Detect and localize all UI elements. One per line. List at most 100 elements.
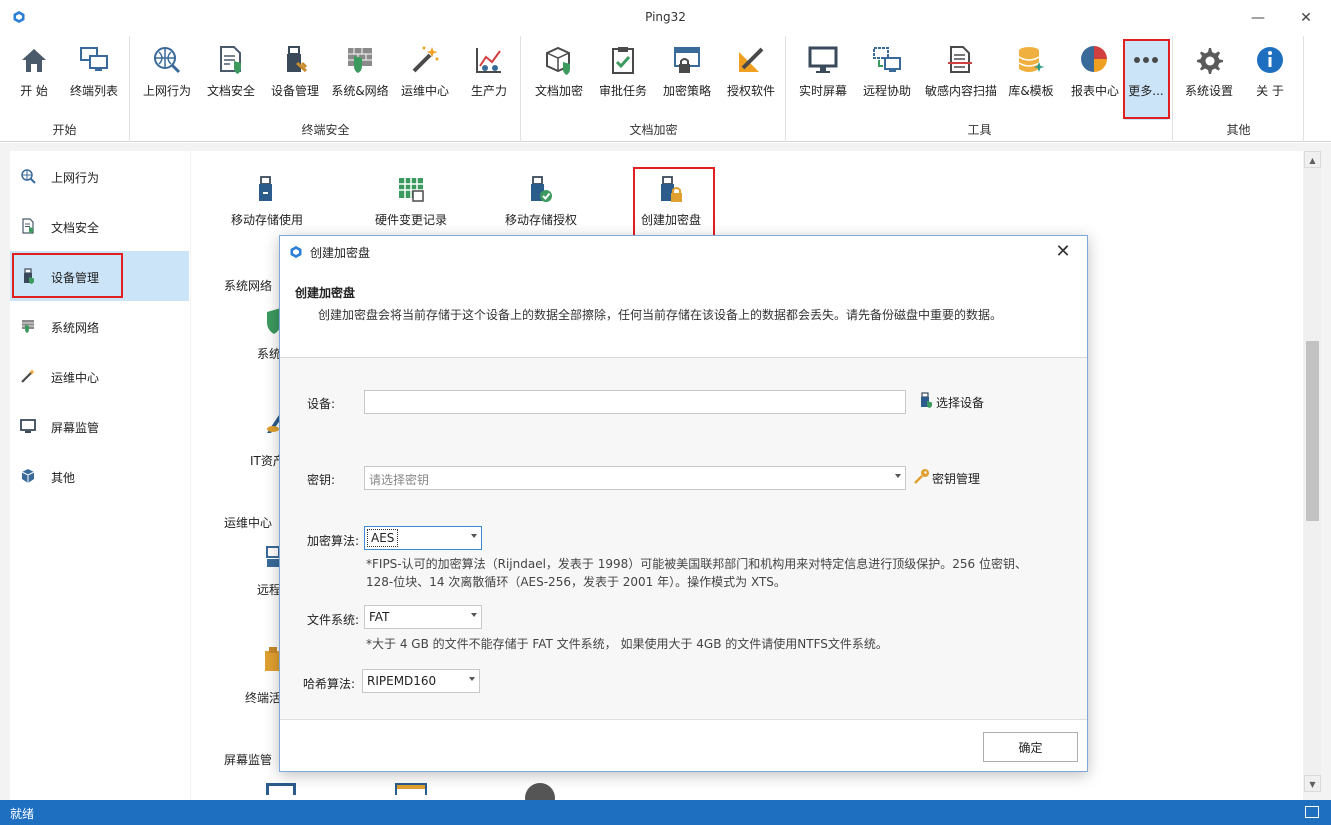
firewall-shield-icon: [22, 320, 34, 333]
usb-lock-icon: [661, 176, 682, 202]
ribbon-doc-security-button[interactable]: 文档安全: [200, 40, 262, 100]
gear-icon: [1197, 48, 1223, 74]
ribbon-terminal-list-button[interactable]: 终端列表: [63, 40, 125, 100]
ribbon-label: 上网行为: [142, 84, 191, 98]
ribbon-group-tools: 实时屏幕 远程协助 敏感内容扫描 库&模板 报表中心 更多... 工具: [787, 36, 1173, 142]
ribbon-productivity-button[interactable]: 生产力: [458, 40, 520, 100]
screen-window-icon: [395, 783, 427, 795]
sidebar-item-ops-center[interactable]: 运维中心: [10, 351, 189, 401]
dialog-close-button[interactable]: ✕: [1051, 240, 1075, 264]
ribbon-label: 文档加密: [534, 84, 583, 98]
ribbon-ops-center-button[interactable]: 运维中心: [394, 40, 456, 100]
vertical-scrollbar[interactable]: ▲ ▼: [1304, 151, 1321, 792]
chevron-down-icon: [469, 677, 475, 681]
ribbon-report-center-button[interactable]: 报表中心: [1064, 40, 1126, 100]
section-title-screen: 屏幕监管: [224, 753, 273, 767]
hash-label: 哈希算法:: [303, 677, 356, 691]
ribbon-toolbar: 开 始 终端列表 开始 上网行为 文档安全 设备管理 系统&网络 运维中心 生产…: [0, 36, 1331, 142]
hardware-change-log-button[interactable]: 硬件变更记录: [361, 165, 461, 235]
ribbon-system-network-button[interactable]: 系统&网络: [329, 40, 391, 100]
device-label: 设备:: [307, 397, 336, 411]
ribbon-approval-task-button[interactable]: 审批任务: [592, 40, 654, 100]
key-label: 密钥:: [307, 473, 336, 487]
document-shield-icon: [220, 46, 241, 74]
scroll-thumb[interactable]: [1306, 341, 1319, 521]
key-management-link[interactable]: 密钥管理: [914, 469, 994, 486]
ribbon-library-template-button[interactable]: 库&模板: [1000, 40, 1062, 100]
sidebar-item-system-network[interactable]: 系统网络: [10, 301, 189, 351]
ribbon-label: 审批任务: [598, 84, 647, 98]
ribbon-live-screen-button[interactable]: 实时屏幕: [792, 40, 854, 100]
filesystem-note: *大于 4 GB 的文件不能存储于 FAT 文件系统， 如果使用大于 4GB 的…: [366, 637, 888, 651]
ribbon-web-behavior-button[interactable]: 上网行为: [136, 40, 198, 100]
hash-select[interactable]: RIPEMD160: [362, 669, 480, 693]
usb-storage-usage-button[interactable]: 移动存储使用: [217, 165, 317, 235]
ribbon-doc-encrypt-button[interactable]: 文档加密: [528, 40, 590, 100]
minimize-button[interactable]: —: [1238, 4, 1278, 32]
ribbon-label: 运维中心: [400, 84, 449, 98]
ribbon-sensitive-scan-button[interactable]: 敏感内容扫描: [925, 40, 998, 100]
ribbon-label: 设备管理: [270, 84, 319, 98]
sidebar-item-screen-monitor[interactable]: 屏幕监管: [10, 401, 189, 451]
window-lock-icon: [674, 47, 700, 73]
ribbon-about-button[interactable]: 关 于: [1239, 40, 1301, 100]
ribbon-remote-assist-button[interactable]: 远程协助: [856, 40, 918, 100]
productivity-chart-icon: [476, 48, 501, 73]
algorithm-select[interactable]: AES: [364, 526, 482, 550]
dialog-title-bar: 创建加密盘 ✕: [280, 236, 1087, 268]
dialog-heading: 创建加密盘: [295, 286, 356, 300]
ribbon-label: 系统设置: [1184, 84, 1233, 98]
usb-device-icon: [287, 46, 308, 73]
scroll-down-arrow-icon[interactable]: ▼: [1304, 775, 1321, 792]
screen-monitor-icon: [266, 783, 296, 795]
ribbon-encrypt-policy-button[interactable]: 加密策略: [656, 40, 718, 100]
ribbon-more-button[interactable]: 更多...: [1124, 40, 1168, 120]
chevron-down-icon: [895, 474, 901, 478]
filesystem-select[interactable]: FAT: [364, 605, 482, 629]
cube-icon: [21, 469, 35, 483]
ribbon-start-button[interactable]: 开 始: [3, 40, 65, 100]
usb-shield-icon: [921, 392, 932, 408]
pie-chart-icon: [1081, 46, 1107, 72]
globe-search-icon: [21, 169, 36, 184]
ribbon-group-label: 开始: [52, 123, 77, 137]
device-field[interactable]: [364, 390, 906, 414]
magic-wand-icon: [21, 369, 35, 383]
sidebar-item-other[interactable]: 其他: [10, 451, 189, 501]
dialog-header: 创建加密盘 创建加密盘会将当前存储于这个设备上的数据全部擦除，任何当前存储在该设…: [280, 268, 1087, 358]
scroll-up-arrow-icon[interactable]: ▲: [1304, 151, 1321, 168]
ribbon-group-label: 其他: [1226, 123, 1251, 137]
ok-button[interactable]: 确定: [983, 732, 1078, 762]
keyboard-icon: [1305, 806, 1319, 818]
status-text: 就绪: [10, 807, 35, 821]
sidebar-item-doc-security[interactable]: 文档安全: [10, 201, 189, 251]
filesystem-value: FAT: [369, 610, 390, 624]
more-dots-icon: [1134, 57, 1158, 63]
filesystem-label: 文件系统:: [307, 613, 360, 627]
key-select[interactable]: 请选择密钥: [364, 466, 906, 490]
usb-check-icon: [531, 176, 552, 202]
ribbon-label: 文档安全: [206, 84, 255, 98]
ribbon-authorized-software-button[interactable]: 授权软件: [720, 40, 782, 100]
dialog-description: 创建加密盘会将当前存储于这个设备上的数据全部擦除，任何当前存储在该设备上的数据都…: [318, 308, 1003, 322]
select-device-link[interactable]: 选择设备: [918, 392, 998, 410]
app-logo-icon: [290, 246, 302, 258]
ruler-pencil-icon: [739, 47, 764, 72]
sidebar-item-web-behavior[interactable]: 上网行为: [10, 151, 189, 201]
close-window-button[interactable]: ✕: [1286, 4, 1326, 32]
ribbon-label: 敏感内容扫描: [925, 84, 998, 98]
usb-storage-auth-button[interactable]: 移动存储授权: [491, 165, 591, 235]
ribbon-system-settings-button[interactable]: 系统设置: [1178, 40, 1240, 100]
hash-value: RIPEMD160: [367, 674, 437, 688]
ribbon-label: 关 于: [1256, 84, 1284, 98]
ribbon-label: 生产力: [470, 84, 507, 98]
clipboard-check-icon: [612, 47, 634, 74]
dialog-title: 创建加密盘: [310, 246, 371, 260]
monitors-icon: [80, 47, 108, 71]
section-title-ops: 运维中心: [224, 516, 273, 530]
create-encrypted-disk-button[interactable]: 创建加密盘: [621, 165, 721, 235]
ribbon-device-mgmt-button[interactable]: 设备管理: [264, 40, 326, 100]
magic-wand-icon: [412, 46, 439, 73]
firewall-shield-icon: [348, 48, 372, 73]
sidebar-item-device-mgmt[interactable]: 设备管理: [10, 251, 189, 301]
